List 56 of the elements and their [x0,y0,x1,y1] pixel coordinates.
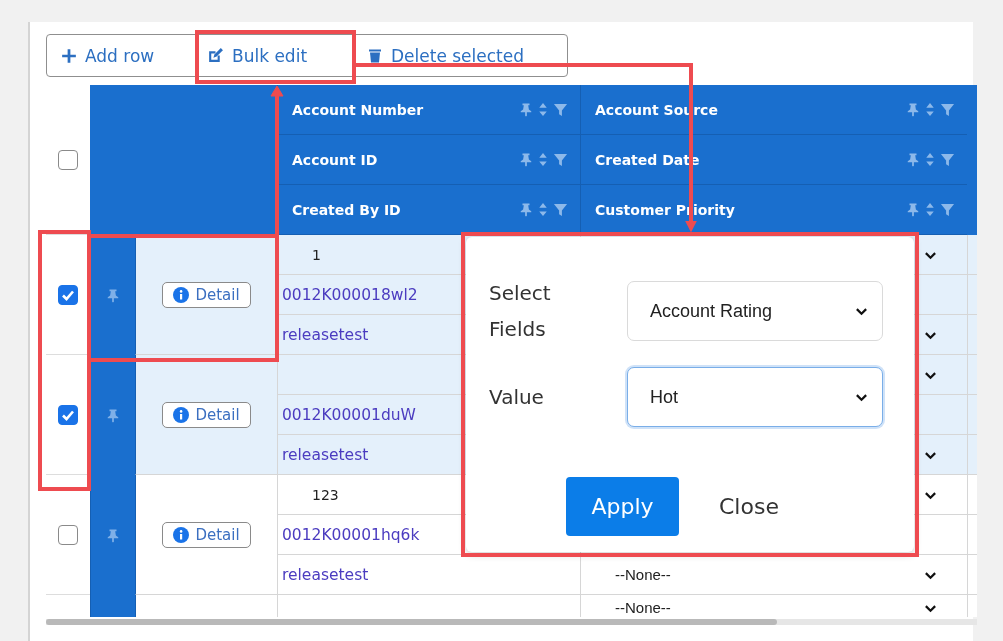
column-header[interactable]: Account ID [277,135,580,185]
filter-icon [553,102,568,117]
column-header-label: Account ID [292,151,378,168]
dropdown[interactable]: --None-- [580,555,967,595]
sort-icon [925,152,935,167]
info-icon [173,406,190,423]
pin-icon [519,102,533,117]
filter-icon [553,152,568,167]
sort-icon [538,202,548,217]
pin-icon [906,102,920,117]
trash-icon [367,47,383,64]
pin-icon [906,152,920,167]
add-row-button[interactable]: Add row [47,35,193,76]
checkbox[interactable] [58,149,78,170]
apply-button[interactable]: Apply [566,477,679,536]
filter-icon [940,152,955,167]
filter-icon [940,102,955,117]
sort-icon [538,152,548,167]
info-icon [173,526,190,543]
horizontal-scrollbar[interactable] [46,619,977,625]
info-icon [173,286,190,303]
detail-button[interactable]: Detail [162,521,251,548]
pin-icon [519,152,533,167]
pin-icon [106,527,120,543]
checkbox[interactable] [58,404,78,425]
column-header-label: Account Number [292,101,424,118]
link-cell[interactable]: releasetest [277,555,580,595]
sort-icon [925,202,935,217]
column-header[interactable]: Account Number [277,85,580,135]
column-header-label: Created By ID [292,201,401,218]
filter-icon [553,202,568,217]
detail-button[interactable]: Detail [162,281,251,308]
pin-icon [519,202,533,217]
edit-icon [207,47,224,64]
sort-icon [925,102,935,117]
select-field[interactable]: Account Rating [627,281,883,341]
filter-icon [940,202,955,217]
close-button[interactable]: Close [719,490,779,523]
table-cell [967,275,977,315]
checkbox[interactable] [58,524,78,545]
plus-icon [61,47,77,64]
checkbox[interactable] [58,284,78,305]
table-cell [967,555,977,595]
column-header[interactable]: Created By ID [277,185,580,235]
table-cell [967,395,977,435]
pin-icon [906,202,920,217]
sort-icon [538,102,548,117]
select-field[interactable]: Hot [627,367,883,427]
pin-icon [106,287,120,303]
bulk-edit-button[interactable]: Bulk edit [193,35,353,76]
scrollbar-thumb[interactable] [46,619,777,625]
delete-button[interactable]: Delete selected [353,35,567,76]
chevron-down-icon [855,391,868,403]
pin-icon [106,407,120,423]
detail-button[interactable]: Detail [162,401,251,428]
chevron-down-icon [855,305,868,317]
